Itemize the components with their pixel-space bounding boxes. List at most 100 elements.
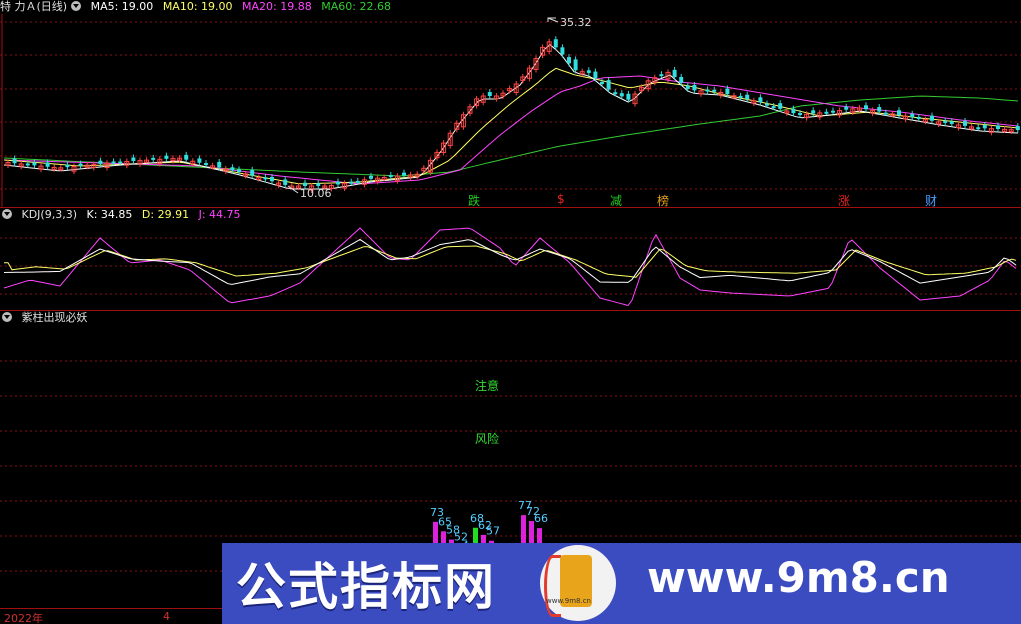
stock-title: 特 力Ａ(日线) (0, 0, 68, 13)
candle-down (996, 125, 1000, 129)
candle-down (164, 155, 169, 159)
candle-down (916, 117, 921, 120)
candle-down (877, 107, 882, 112)
candle-down (355, 180, 360, 183)
candle-down (864, 105, 868, 110)
candle-down (600, 81, 604, 85)
low-price-label: 10.06 (300, 187, 332, 200)
candle-down (738, 95, 743, 98)
price-panel[interactable]: 特 力Ａ(日线) MA5: 19.00 MA10: 19.00 MA20: 19… (0, 0, 1021, 208)
candle-down (402, 172, 406, 176)
candle-down (949, 121, 954, 124)
candle-down (388, 175, 393, 178)
candle-down (78, 163, 83, 166)
candle-down (659, 74, 664, 77)
candle-down (32, 162, 37, 166)
candle-down (712, 89, 717, 92)
ma5-line (3, 44, 1019, 190)
candle-down (204, 163, 208, 166)
candle-down (111, 161, 116, 164)
candle-down (131, 157, 136, 162)
candle-down (705, 89, 710, 92)
candle-down (263, 177, 268, 180)
candle-down (798, 112, 802, 115)
candle-down (270, 177, 274, 182)
candle-down (184, 154, 189, 160)
candle-down (118, 161, 123, 164)
chevron-down-icon[interactable] (2, 209, 12, 219)
candle-down (593, 71, 598, 79)
indicator-header: 紫柱出现必妖 (0, 311, 94, 325)
candle-down (619, 93, 624, 97)
candle-down (283, 179, 288, 185)
candle-down (303, 182, 307, 186)
kdj-d-value: D: 29.91 (141, 208, 190, 221)
notice-label: 注意 (475, 379, 500, 393)
candle-down (237, 169, 241, 172)
candle-down (197, 158, 202, 163)
kdj-j-value: J: 44.75 (198, 208, 241, 221)
site-logo: www.9m8.cn (540, 545, 616, 621)
year-label: 2022年 (4, 612, 43, 624)
candle-down (897, 110, 901, 115)
candle-down (685, 85, 690, 89)
candle-down (672, 69, 677, 78)
candle-down (560, 47, 565, 55)
candle-down (613, 92, 618, 95)
chevron-down-icon[interactable] (2, 312, 12, 322)
candle-down (943, 120, 948, 123)
watermark-banner: 公式指标网 www.9m8.cn www.9m8.cn (222, 543, 1021, 624)
ma10-value: MA10: 19.00 (162, 0, 233, 13)
candle-down (930, 115, 934, 121)
candle-down (316, 183, 321, 186)
candle-down (98, 160, 103, 164)
watermark-chinese: 公式指标网 (236, 558, 496, 616)
stock-chart-window: { "main_panel": { "title": "特 力Ａ(日线)", "… (0, 0, 1021, 624)
ma20-line (3, 75, 1019, 185)
candle-down (1015, 126, 1020, 130)
candle-down (567, 57, 571, 64)
candle-down (679, 76, 684, 83)
candle-down (910, 113, 915, 118)
candle-down (982, 125, 987, 129)
candle-down (65, 164, 70, 168)
risk-label: 风险 (475, 432, 500, 446)
high-price-label: 35.32 (560, 16, 592, 29)
candle-down (963, 121, 967, 126)
candle-down (250, 169, 255, 176)
candle-down (151, 157, 156, 160)
indicator-bar-label: 66 (534, 512, 548, 525)
event-marker-2[interactable]: $ (557, 192, 565, 206)
candle-down (25, 163, 30, 166)
candle-down (758, 97, 763, 103)
candle-down (811, 110, 816, 114)
candle-down (606, 80, 611, 90)
price-chart[interactable] (0, 0, 1021, 208)
candle-down (487, 92, 492, 96)
ma60-value: MA60: 22.68 (321, 0, 391, 13)
candle-down (745, 94, 750, 100)
candle-down (824, 111, 829, 114)
candle-down (573, 59, 578, 71)
watermark-url: www.9m8.cn (647, 553, 950, 602)
candle-down (45, 162, 50, 167)
candle-down (217, 161, 222, 168)
kdj-chart[interactable] (0, 208, 1021, 310)
ma20-value: MA20: 19.88 (242, 0, 312, 13)
indicator-bar-label: 57 (486, 525, 500, 538)
candle-down (230, 167, 235, 171)
kdj-panel[interactable]: KDJ(9,3,3) K: 34.85 D: 29.91 J: 44.75 (0, 208, 1021, 310)
indicator-title: 紫柱出现必妖 (21, 311, 88, 324)
candle-down (586, 70, 591, 73)
candle-down (725, 88, 730, 95)
candle-down (771, 106, 776, 109)
candle-down (791, 108, 796, 114)
high-pointer (547, 17, 559, 23)
candle-down (844, 106, 849, 110)
chevron-down-icon[interactable] (71, 1, 82, 11)
price-header: 特 力Ａ(日线) MA5: 19.00 MA10: 19.00 MA20: 19… (0, 0, 397, 14)
candle-down (692, 84, 697, 91)
candle-down (778, 103, 783, 109)
candle-down (369, 175, 373, 179)
candle-down (336, 181, 340, 185)
